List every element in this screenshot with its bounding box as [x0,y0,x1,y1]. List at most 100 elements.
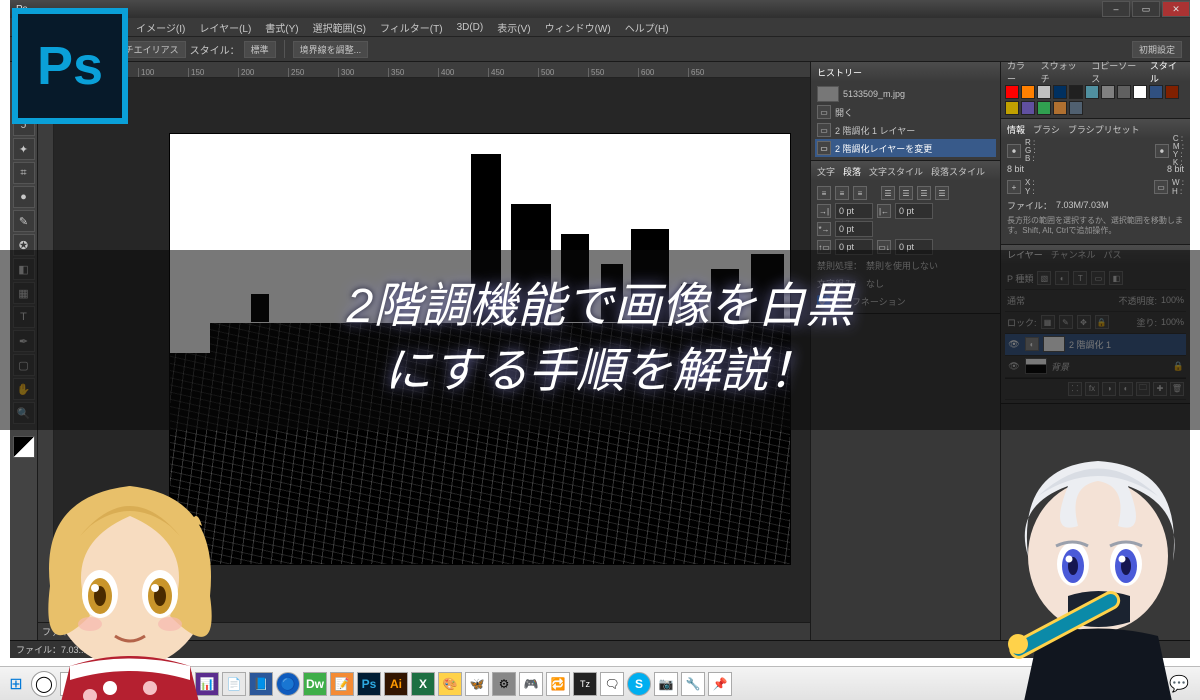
taskbar-app-generic[interactable]: 📌 [708,672,732,696]
indent-first-icon: *→ [817,222,831,236]
align-right-icon[interactable]: ≡ [853,186,867,200]
tool-brush[interactable]: ✎ [13,210,35,232]
menu-layer[interactable]: レイヤー(L) [193,20,257,35]
style-swatch[interactable] [1101,85,1115,99]
info-bits-right: 8 bit [1167,164,1184,174]
window-minimize-button[interactable]: – [1102,1,1130,17]
indent-left-input[interactable] [835,203,873,219]
taskbar-app-generic[interactable]: Tz [573,672,597,696]
taskbar-app-generic[interactable]: ⚙ [492,672,516,696]
tab-styles[interactable]: スタイル [1150,59,1184,85]
opt-refine-edge[interactable]: 境界線を調整... [293,41,369,58]
anime-character-left [20,466,240,700]
history-item-label: 2 階調化 1 レイヤー [835,124,915,137]
style-swatch[interactable] [1021,101,1035,115]
tab-para-style[interactable]: 段落スタイル [931,165,985,178]
menu-filter[interactable]: フィルター(T) [374,20,449,35]
history-item[interactable]: ▭ 開く [815,103,996,121]
history-item-label: 2 階調化レイヤーを変更 [835,142,932,155]
taskbar-app-generic[interactable]: 🎨 [438,672,462,696]
tab-char-style[interactable]: 文字スタイル [869,165,923,178]
tab-color[interactable]: カラー [1007,59,1033,85]
tab-swatches[interactable]: スウォッチ [1041,59,1084,85]
ruler-horizontal[interactable]: 050100150200250300350400450500550600650 [38,62,810,78]
align-buttons-row: ≡ ≡ ≡ ☰ ☰ ☰ ☰ [815,184,996,202]
eyedropper-icon: ⦁ [1007,144,1021,158]
tutorial-title-overlay: 2階調機能で画像を白黒 にする手順を解説！ [0,250,1200,430]
style-swatch[interactable] [1133,85,1147,99]
history-step-icon: ▭ [817,123,831,137]
taskbar-app-generic[interactable]: 🔁 [546,672,570,696]
taskbar-app-generic[interactable]: 📝 [330,672,354,696]
history-item[interactable]: ▭ 2 階調化 1 レイヤー [815,121,996,139]
style-swatch[interactable] [1117,85,1131,99]
indent-left-icon: →| [817,204,831,218]
menu-bar: ファイル(F) 編集(E) イメージ(I) レイヤー(L) 書式(Y) 選択範囲… [10,18,1190,36]
taskbar-app-generic[interactable]: 📷 [654,672,678,696]
info-b-label: B : [1025,155,1036,163]
style-swatch[interactable] [1149,85,1163,99]
tab-copysource[interactable]: コピーソース [1091,59,1142,85]
menu-select[interactable]: 選択範囲(S) [307,20,372,35]
tab-paragraph[interactable]: 段落 [843,165,861,178]
style-swatch[interactable] [1037,101,1051,115]
tab-brush[interactable]: ブラシ [1033,123,1060,136]
align-left-icon[interactable]: ≡ [817,186,831,200]
indent-right-icon: |← [877,204,891,218]
opt-style-select[interactable]: 標準 [244,41,276,58]
style-swatch[interactable] [1005,85,1019,99]
workspace-switcher[interactable]: 初期設定 [1132,41,1182,58]
style-swatch[interactable] [1069,85,1083,99]
info-panel: 情報 ブラシ ブラシプリセット ⦁ R : G : B : ⦁ [1001,119,1190,245]
tab-brush-presets[interactable]: ブラシプリセット [1068,123,1140,136]
ps-logo-text: Ps [37,35,103,97]
taskbar-app-dreamweaver[interactable]: Dw [303,672,327,696]
history-item-selected[interactable]: ▭ 2 階調化レイヤーを変更 [815,139,996,157]
justify-center-icon[interactable]: ☰ [899,186,913,200]
align-center-icon[interactable]: ≡ [835,186,849,200]
justify-left-icon[interactable]: ☰ [881,186,895,200]
style-swatch[interactable] [1053,85,1067,99]
style-swatch[interactable] [1037,85,1051,99]
taskbar-app-generic[interactable]: 🗨 [600,672,624,696]
style-swatch[interactable] [1069,101,1083,115]
styles-panel: カラー スウォッチ コピーソース スタイル [1001,62,1190,119]
indent-first-input[interactable] [835,221,873,237]
taskbar-app-excel[interactable]: X [411,672,435,696]
tab-character[interactable]: 文字 [817,165,835,178]
menu-view[interactable]: 表示(V) [491,20,536,35]
taskbar-app-generic[interactable]: 🎮 [519,672,543,696]
style-swatch[interactable] [1165,85,1179,99]
justify-all-icon[interactable]: ☰ [935,186,949,200]
tool-wand[interactable]: ✦ [13,138,35,160]
tab-info[interactable]: 情報 [1007,123,1025,136]
tool-crop[interactable]: ⌗ [13,162,35,184]
taskbar-app-generic[interactable]: 🔧 [681,672,705,696]
justify-right-icon[interactable]: ☰ [917,186,931,200]
info-x-label: X : [1025,178,1035,187]
taskbar-app-word[interactable]: 📘 [249,672,273,696]
menu-help[interactable]: ヘルプ(H) [619,20,675,35]
taskbar-app-skype[interactable]: S [627,672,651,696]
taskbar-app-generic[interactable]: 🔵 [276,672,300,696]
style-swatch[interactable] [1005,101,1019,115]
info-h-label: H : [1172,187,1184,196]
history-tab[interactable]: ヒストリー [817,66,862,79]
foreground-background-swatch[interactable] [13,436,35,458]
taskbar-app-generic[interactable]: 🦋 [465,672,489,696]
tool-eyedropper[interactable]: ⦁ [13,186,35,208]
menu-window[interactable]: ウィンドウ(W) [539,20,617,35]
indent-right-input[interactable] [895,203,933,219]
window-maximize-button[interactable]: ▭ [1132,1,1160,17]
menu-type[interactable]: 書式(Y) [259,20,304,35]
history-item-label: 開く [835,106,853,119]
style-swatch[interactable] [1053,101,1067,115]
taskbar-app-photoshop[interactable]: Ps [357,672,381,696]
menu-image[interactable]: イメージ(I) [130,20,191,35]
window-close-button[interactable]: ✕ [1162,1,1190,17]
history-document-row[interactable]: 5133509_m.jpg [815,85,996,103]
taskbar-app-illustrator[interactable]: Ai [384,672,408,696]
style-swatch[interactable] [1021,85,1035,99]
menu-3d[interactable]: 3D(D) [451,22,490,33]
style-swatch[interactable] [1085,85,1099,99]
